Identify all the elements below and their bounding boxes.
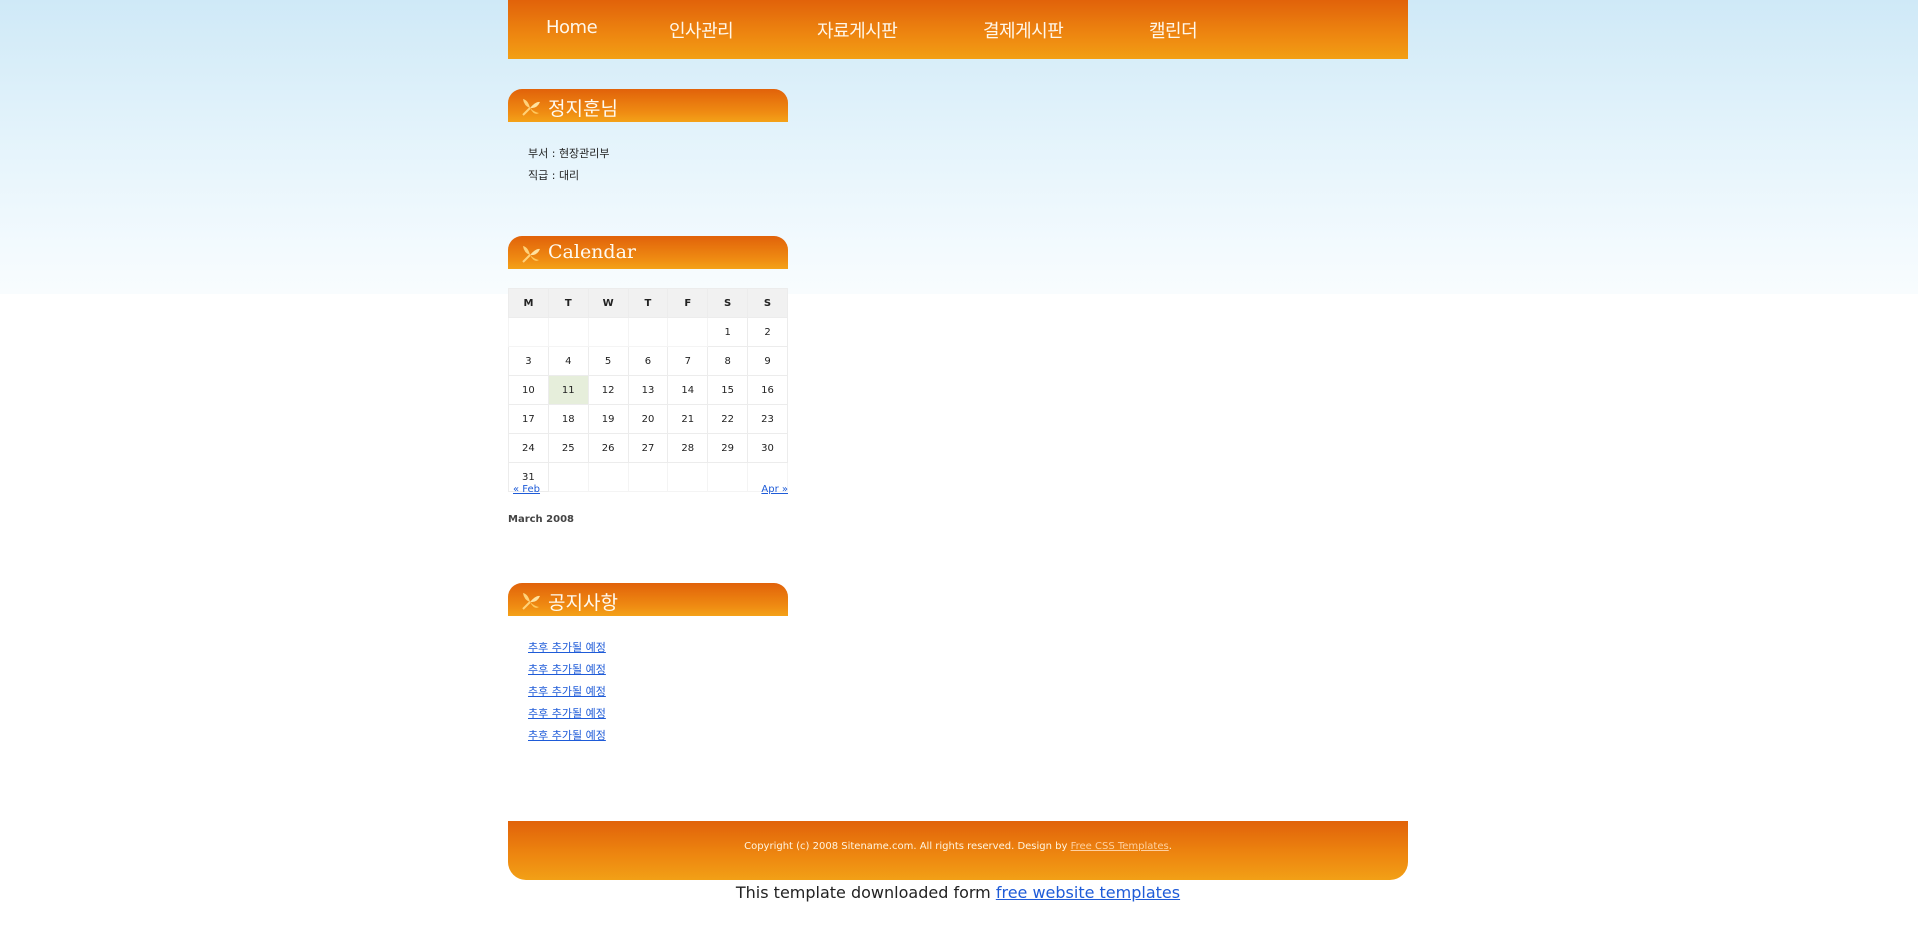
calendar-day-cell: 3 — [508, 346, 549, 376]
calendar-day-cell: 27 — [627, 433, 669, 463]
top-menu: Home 인사관리 자료게시판 결제게시판 캘린더 — [508, 0, 1408, 59]
calendar-day-cell: 18 — [547, 404, 589, 434]
calendar-day-cell: 11 — [547, 375, 589, 405]
weekday-header: S — [707, 288, 749, 318]
leaf-icon — [522, 593, 540, 610]
calendar-week-row: 3456789 — [508, 346, 788, 376]
weekday-header: F — [667, 288, 709, 318]
weekday-header: T — [547, 288, 589, 318]
nav-item-payments[interactable]: 결제게시판 — [983, 17, 1064, 43]
calendar-empty-cell — [508, 317, 549, 347]
calendar-week-row: 10 11 12 13 14 15 16 — [508, 375, 788, 405]
calendar-title: Calendar — [548, 241, 636, 263]
profile-position: 직급 : 대리 — [528, 169, 580, 182]
calendar-day-cell: 24 — [508, 433, 549, 463]
calendar-day-cell: 29 — [707, 433, 749, 463]
calendar-day-cell: 15 — [707, 375, 749, 405]
calendar-day-cell: 20 — [627, 404, 669, 434]
notice-box-header: 공지사항 — [508, 583, 788, 616]
calendar-day-cell: 19 — [587, 404, 629, 434]
calendar-empty-cell — [667, 317, 709, 347]
copyright-suffix: . — [1168, 841, 1172, 852]
nav-item-resources[interactable]: 자료게시판 — [817, 17, 898, 43]
calendar-week-row: 12 — [508, 317, 788, 347]
weekday-header: S — [747, 288, 788, 318]
calendar-empty-cell — [627, 317, 669, 347]
calendar-empty-cell — [627, 462, 669, 492]
profile-title: 정지훈님 — [548, 98, 618, 120]
calendar-box-header: Calendar — [508, 236, 788, 269]
nav-item-hr[interactable]: 인사관리 — [669, 17, 734, 43]
notice-item[interactable]: 추후 추가될 예정 — [528, 705, 606, 721]
calendar-empty-cell — [707, 462, 749, 492]
notice-title: 공지사항 — [548, 592, 618, 614]
notice-item[interactable]: 추후 추가될 예정 — [528, 639, 606, 655]
calendar-week-row: 17 18 19 20 21 22 23 — [508, 404, 788, 434]
calendar-day-cell: 6 — [627, 346, 669, 376]
calendar-day-cell: 9 — [747, 346, 788, 376]
calendar-week-row: 31 — [508, 462, 788, 492]
nav-item-home[interactable]: Home — [546, 17, 598, 38]
calendar-day-cell: 5 — [587, 346, 629, 376]
calendar-next-link[interactable]: Apr » — [761, 484, 788, 495]
weekday-header: W — [587, 288, 629, 318]
notice-item[interactable]: 추후 추가될 예정 — [528, 727, 606, 743]
calendar-day-cell: 12 — [587, 375, 629, 405]
weekday-header: T — [627, 288, 669, 318]
calendar-day-cell: 13 — [627, 375, 669, 405]
download-note: This template downloaded form free websi… — [508, 883, 1408, 902]
notice-item[interactable]: 추후 추가될 예정 — [528, 661, 606, 677]
calendar-day-cell: 8 — [707, 346, 749, 376]
nav-item-calendar[interactable]: 캘린더 — [1149, 17, 1198, 43]
weekday-header: M — [508, 288, 549, 318]
leaf-icon — [522, 246, 540, 263]
calendar-week-row: 24 25 26 27 28 29 30 — [508, 433, 788, 463]
calendar-empty-cell — [547, 317, 589, 347]
calendar-day-cell: 17 — [508, 404, 549, 434]
calendar-empty-cell — [667, 462, 709, 492]
calendar-day-cell: 2 — [747, 317, 788, 347]
free-templates-link[interactable]: free website templates — [996, 883, 1180, 902]
calendar-table: M T W T F S S 1 2 3 4 5 6 7 8 9 10 11 12 13 14 15 16 17 1… — [508, 288, 788, 492]
calendar-day-cell: 1 — [707, 317, 749, 347]
calendar-day-cell: 14 — [667, 375, 709, 405]
calendar-empty-cell — [587, 462, 629, 492]
calendar-prev-link[interactable]: « Feb — [513, 484, 540, 495]
calendar-empty-cell — [547, 462, 589, 492]
calendar-day-cell: 4 — [547, 346, 589, 376]
footer-design-link[interactable]: Free CSS Templates — [1071, 841, 1169, 852]
copyright-text: Copyright (c) 2008 Sitename.com. All rig… — [744, 841, 1071, 852]
calendar-weekday-row: M T W T F S S — [508, 288, 788, 318]
calendar-day-cell: 25 — [547, 433, 589, 463]
calendar-day-cell: 21 — [667, 404, 709, 434]
footer: Copyright (c) 2008 Sitename.com. All rig… — [508, 821, 1408, 880]
calendar-day-cell: 30 — [747, 433, 788, 463]
calendar-caption: March 2008 — [508, 514, 574, 525]
calendar-body: 1 2 3 4 5 6 7 8 9 10 11 12 13 14 15 16 17 18 19 20 21 22 23 24 2… — [508, 317, 788, 492]
leaf-icon — [522, 99, 540, 116]
calendar-day-cell: 28 — [667, 433, 709, 463]
notice-item[interactable]: 추후 추가될 예정 — [528, 683, 606, 699]
profile-box-header: 정지훈님 — [508, 89, 788, 122]
footer-copyright: Copyright (c) 2008 Sitename.com. All rig… — [508, 841, 1408, 852]
calendar-day-cell: 26 — [587, 433, 629, 463]
calendar-empty-cell — [587, 317, 629, 347]
download-note-text: This template downloaded form — [735, 883, 996, 902]
calendar-day-cell: 10 — [508, 375, 549, 405]
calendar-day-cell: 23 — [747, 404, 788, 434]
calendar-day-cell: 7 — [667, 346, 709, 376]
calendar-day-cell: 22 — [707, 404, 749, 434]
profile-department: 부서 : 현장관리부 — [528, 147, 610, 160]
calendar-day-cell: 16 — [747, 375, 788, 405]
